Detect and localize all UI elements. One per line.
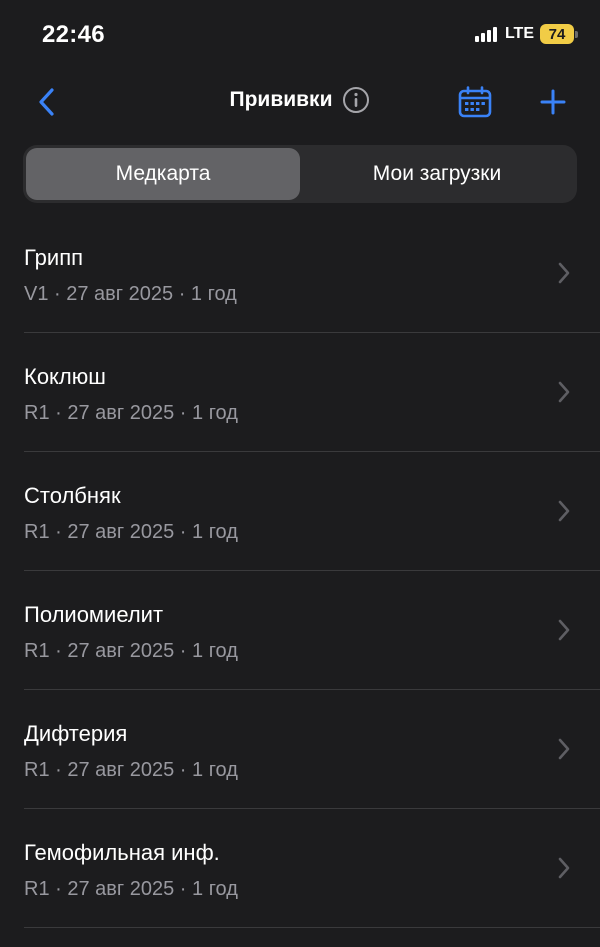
nav-bar: Прививки [0, 76, 600, 128]
segmented-control: Медкарта Мои загрузки [23, 145, 577, 203]
info-button[interactable] [342, 86, 370, 114]
vaccine-list: Грипп V1 · 27 авг 2025 · 1 год Коклюш R1… [0, 214, 600, 928]
vaccine-name: Грипп [24, 245, 84, 270]
chevron-right-icon [556, 617, 572, 643]
divider [24, 927, 600, 928]
add-button[interactable] [533, 82, 573, 122]
status-bar: 22:46 LTE 74 [0, 0, 600, 70]
vaccine-details: R1 · 27 авг 2025 · 1 год [24, 521, 238, 543]
calendar-button[interactable] [455, 82, 495, 122]
list-item[interactable]: Грипп V1 · 27 авг 2025 · 1 год [0, 214, 600, 333]
vaccine-name: Коклюш [24, 364, 106, 389]
tab-my-uploads[interactable]: Мои загрузки [300, 148, 574, 200]
list-item[interactable]: Коклюш R1 · 27 авг 2025 · 1 год [0, 333, 600, 452]
list-item[interactable]: Столбняк R1 · 27 авг 2025 · 1 год [0, 452, 600, 571]
cellular-signal-icon [474, 26, 497, 42]
page-title: Прививки [229, 88, 333, 111]
nav-title-group: Прививки [0, 86, 600, 114]
battery-cap [575, 30, 578, 38]
vaccine-name: Полиомиелит [24, 602, 164, 627]
vaccine-name: Дифтерия [24, 721, 128, 746]
chevron-right-icon [556, 379, 572, 405]
vaccine-name: Столбняк [24, 483, 121, 508]
battery-level: 74 [540, 24, 574, 44]
status-indicators: LTE 74 [474, 24, 578, 44]
list-item[interactable]: Гемофильная инф. R1 · 27 авг 2025 · 1 го… [0, 809, 600, 928]
calendar-icon [458, 86, 492, 118]
vaccine-details: R1 · 27 авг 2025 · 1 год [24, 759, 238, 781]
battery-icon: 74 [540, 24, 578, 44]
list-item[interactable]: Полиомиелит R1 · 27 авг 2025 · 1 год [0, 571, 600, 690]
plus-icon [540, 89, 566, 115]
tab-medcard[interactable]: Медкарта [26, 148, 300, 200]
status-time: 22:46 [42, 21, 105, 48]
vaccine-details: R1 · 27 авг 2025 · 1 год [24, 878, 238, 900]
list-item[interactable]: Дифтерия R1 · 27 авг 2025 · 1 год [0, 690, 600, 809]
info-icon [343, 87, 370, 113]
vaccine-details: V1 · 27 авг 2025 · 1 год [24, 283, 237, 305]
chevron-right-icon [556, 260, 572, 286]
vaccine-details: R1 · 27 авг 2025 · 1 год [24, 402, 238, 424]
chevron-right-icon [556, 855, 572, 881]
vaccine-details: R1 · 27 авг 2025 · 1 год [24, 640, 238, 662]
network-type: LTE [504, 25, 534, 42]
chevron-right-icon [556, 736, 572, 762]
vaccine-name: Гемофильная инф. [24, 840, 220, 865]
chevron-right-icon [556, 498, 572, 524]
